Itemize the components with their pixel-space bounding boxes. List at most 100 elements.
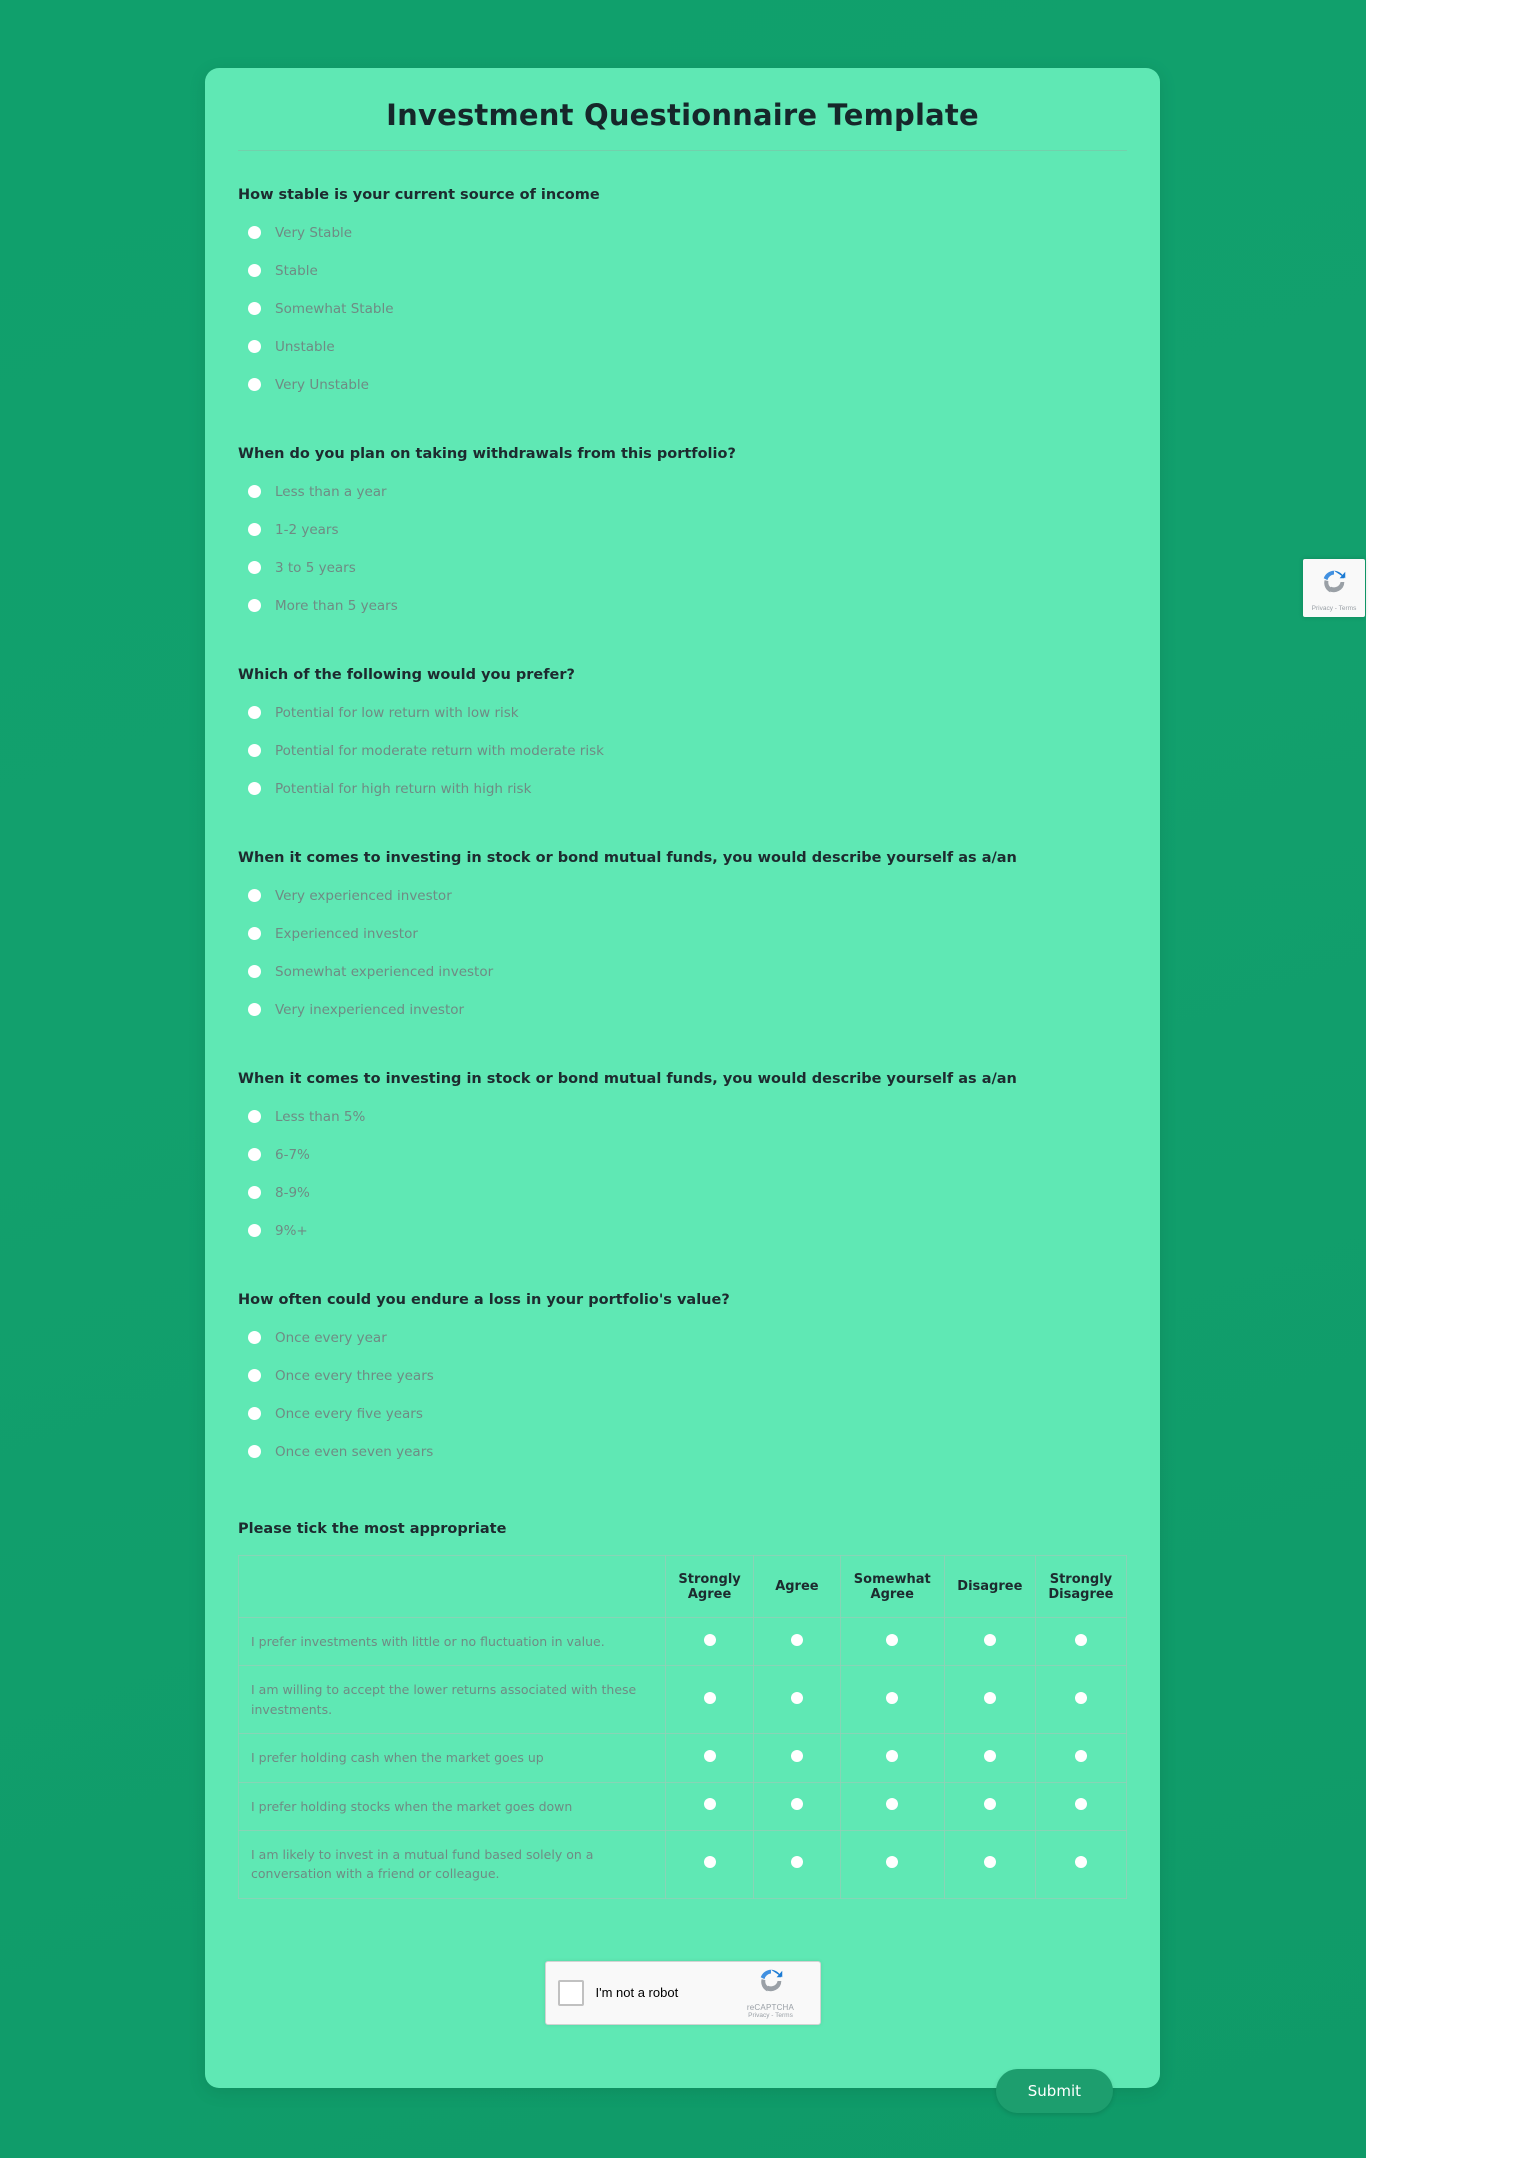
radio-option[interactable]: Unstable — [238, 333, 1127, 360]
radio-button-icon[interactable] — [248, 782, 261, 795]
recaptcha-widget[interactable]: I'm not a robot reCAPTCHA Privacy - Term… — [544, 1960, 821, 2025]
radio-button-icon[interactable] — [983, 1633, 996, 1646]
matrix-radio-cell[interactable] — [665, 1781, 755, 1831]
radio-option[interactable]: Less than 5% — [238, 1103, 1127, 1130]
radio-option[interactable]: Somewhat Stable — [238, 295, 1127, 322]
recaptcha-checkbox[interactable] — [557, 1979, 584, 2006]
radio-button-icon[interactable] — [886, 1691, 899, 1704]
recaptcha-badge-legal[interactable]: Privacy - Terms — [1312, 605, 1357, 612]
matrix-radio-cell[interactable] — [665, 1829, 755, 1899]
matrix-radio-cell[interactable] — [753, 1733, 841, 1783]
radio-button-icon[interactable] — [790, 1798, 803, 1811]
radio-button-icon[interactable] — [886, 1798, 899, 1811]
radio-button-icon[interactable] — [248, 1331, 261, 1344]
radio-button-icon[interactable] — [983, 1691, 996, 1704]
radio-button-icon[interactable] — [248, 927, 261, 940]
radio-button-icon[interactable] — [248, 264, 261, 277]
radio-button-icon[interactable] — [703, 1798, 716, 1811]
matrix-radio-cell[interactable] — [943, 1616, 1036, 1667]
radio-option[interactable]: Potential for moderate return with moder… — [238, 737, 1127, 764]
radio-option[interactable]: 8-9% — [238, 1179, 1127, 1206]
radio-button-icon[interactable] — [248, 1369, 261, 1382]
matrix-radio-cell[interactable] — [665, 1616, 755, 1667]
radio-option[interactable]: Once even seven years — [238, 1438, 1127, 1465]
radio-button-icon[interactable] — [790, 1691, 803, 1704]
radio-button-icon[interactable] — [703, 1749, 716, 1762]
matrix-radio-cell[interactable] — [943, 1781, 1036, 1831]
matrix-radio-cell[interactable] — [753, 1829, 841, 1899]
radio-button-icon[interactable] — [248, 1186, 261, 1199]
radio-button-icon[interactable] — [248, 1445, 261, 1458]
radio-button-icon[interactable] — [886, 1749, 899, 1762]
radio-button-icon[interactable] — [1074, 1798, 1087, 1811]
radio-button-icon[interactable] — [1074, 1856, 1087, 1869]
matrix-radio-cell[interactable] — [943, 1829, 1036, 1899]
matrix-radio-cell[interactable] — [839, 1781, 945, 1831]
matrix-radio-cell[interactable] — [753, 1616, 841, 1667]
radio-option[interactable]: Less than a year — [238, 478, 1127, 505]
radio-button-icon[interactable] — [983, 1798, 996, 1811]
radio-button-icon[interactable] — [248, 706, 261, 719]
radio-option[interactable]: Potential for high return with high risk — [238, 775, 1127, 802]
radio-button-icon[interactable] — [248, 599, 261, 612]
matrix-radio-cell[interactable] — [943, 1665, 1036, 1735]
matrix-radio-cell[interactable] — [839, 1733, 945, 1783]
radio-button-icon[interactable] — [248, 302, 261, 315]
radio-option[interactable]: 6-7% — [238, 1141, 1127, 1168]
matrix-radio-cell[interactable] — [839, 1616, 945, 1667]
radio-option[interactable]: Very inexperienced investor — [238, 996, 1127, 1023]
radio-button-icon[interactable] — [248, 226, 261, 239]
radio-option[interactable]: Somewhat experienced investor — [238, 958, 1127, 985]
radio-button-icon[interactable] — [703, 1691, 716, 1704]
radio-button-icon[interactable] — [983, 1749, 996, 1762]
radio-button-icon[interactable] — [248, 1003, 261, 1016]
radio-button-icon[interactable] — [703, 1633, 716, 1646]
matrix-radio-cell[interactable] — [753, 1781, 841, 1831]
radio-button-icon[interactable] — [886, 1633, 899, 1646]
radio-option[interactable]: 1-2 years — [238, 516, 1127, 543]
matrix-radio-cell[interactable] — [943, 1733, 1036, 1783]
radio-button-icon[interactable] — [248, 965, 261, 978]
submit-button[interactable]: Submit — [995, 2068, 1113, 2113]
radio-button-icon[interactable] — [1074, 1633, 1087, 1646]
radio-option[interactable]: Once every five years — [238, 1400, 1127, 1427]
matrix-radio-cell[interactable] — [1034, 1829, 1128, 1899]
radio-option[interactable]: Stable — [238, 257, 1127, 284]
radio-button-icon[interactable] — [790, 1856, 803, 1869]
radio-option[interactable]: Very experienced investor — [238, 882, 1127, 909]
radio-button-icon[interactable] — [248, 1110, 261, 1123]
radio-button-icon[interactable] — [703, 1856, 716, 1869]
radio-button-icon[interactable] — [248, 1407, 261, 1420]
recaptcha-floating-badge[interactable]: Privacy - Terms — [1303, 559, 1365, 617]
matrix-radio-cell[interactable] — [1034, 1616, 1128, 1667]
radio-button-icon[interactable] — [248, 1148, 261, 1161]
matrix-radio-cell[interactable] — [753, 1665, 841, 1735]
recaptcha-legal-links[interactable]: Privacy - Terms — [734, 2012, 808, 2019]
radio-button-icon[interactable] — [1074, 1691, 1087, 1704]
radio-option[interactable]: Experienced investor — [238, 920, 1127, 947]
radio-option[interactable]: 3 to 5 years — [238, 554, 1127, 581]
radio-button-icon[interactable] — [983, 1856, 996, 1869]
radio-button-icon[interactable] — [1074, 1749, 1087, 1762]
matrix-radio-cell[interactable] — [839, 1665, 945, 1735]
matrix-radio-cell[interactable] — [1034, 1665, 1128, 1735]
radio-button-icon[interactable] — [248, 561, 261, 574]
radio-option[interactable]: Potential for low return with low risk — [238, 699, 1127, 726]
radio-button-icon[interactable] — [248, 378, 261, 391]
radio-option[interactable]: Very Stable — [238, 219, 1127, 246]
radio-button-icon[interactable] — [790, 1633, 803, 1646]
matrix-radio-cell[interactable] — [839, 1829, 945, 1899]
radio-button-icon[interactable] — [248, 523, 261, 536]
radio-option[interactable]: 9%+ — [238, 1217, 1127, 1244]
radio-button-icon[interactable] — [790, 1749, 803, 1762]
matrix-radio-cell[interactable] — [1034, 1781, 1128, 1831]
radio-option[interactable]: More than 5 years — [238, 592, 1127, 619]
radio-button-icon[interactable] — [248, 340, 261, 353]
matrix-radio-cell[interactable] — [1034, 1733, 1128, 1783]
radio-button-icon[interactable] — [248, 485, 261, 498]
radio-button-icon[interactable] — [248, 889, 261, 902]
matrix-radio-cell[interactable] — [665, 1733, 755, 1783]
radio-option[interactable]: Very Unstable — [238, 371, 1127, 398]
matrix-radio-cell[interactable] — [665, 1665, 755, 1735]
radio-button-icon[interactable] — [248, 744, 261, 757]
